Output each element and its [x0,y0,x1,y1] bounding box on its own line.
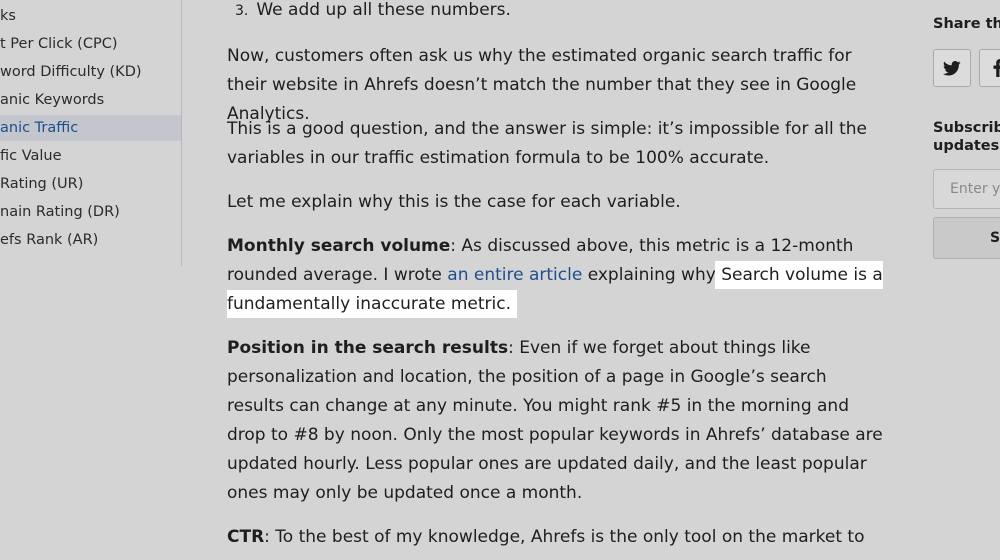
list-item: 3. We add up all these numbers. [235,0,511,26]
paragraph-text: : Even if we forget about things like pe… [227,338,883,503]
subscribe-title-text: Subscribe updates [933,120,1000,154]
toc-item-organic-traffic[interactable]: anic Traffic [0,115,181,141]
share-sidebar: Share this Subscribe updates S [933,0,1000,560]
twitter-share-button[interactable] [933,49,971,87]
paragraph-text: : To the best of my knowledge, Ahrefs is… [264,527,865,547]
table-of-contents: ks t Per Click (CPC) word Difficulty (KD… [0,0,182,266]
toc-item-organic-keywords[interactable]: anic Keywords [0,87,104,113]
twitter-icon [943,60,961,75]
term-heading: Monthly search volume [227,236,451,256]
list-item-text: We add up all these numbers. [256,0,511,20]
subscribe-title: Subscribe updates [933,119,1000,155]
toc-item-dr[interactable]: nain Rating (DR) [0,199,120,225]
term-heading: Position in the search results [227,338,509,358]
paragraph-text: explaining why [582,265,722,285]
facebook-icon [993,59,1000,77]
toc-item-cpc[interactable]: t Per Click (CPC) [0,31,117,57]
share-title: Share this [933,16,1000,32]
subscribe-button[interactable]: S [933,217,1000,259]
entire-article-link[interactable]: an entire article [447,265,582,285]
paragraph-search-volume: Monthly search volume: As discussed abov… [227,232,887,319]
toc-item[interactable]: ks [0,3,16,29]
paragraph-position: Position in the search results: Even if … [227,334,887,508]
toc-item-kd[interactable]: word Difficulty (KD) [0,59,142,85]
toc-item-ur[interactable]: Rating (UR) [0,171,83,197]
paragraph: This is a good question, and the answer … [227,119,867,168]
toc-item-traffic-value[interactable]: fic Value [0,143,62,169]
list-number: 3. [235,3,249,19]
email-field[interactable] [933,169,1000,209]
facebook-share-button[interactable] [979,49,1000,87]
toc-item-ar[interactable]: efs Rank (AR) [0,227,98,253]
paragraph: Let me explain why this is the case for … [227,192,681,212]
term-heading: CTR [227,527,265,547]
paragraph-ctr: CTR: To the best of my knowledge, Ahrefs… [227,523,887,552]
